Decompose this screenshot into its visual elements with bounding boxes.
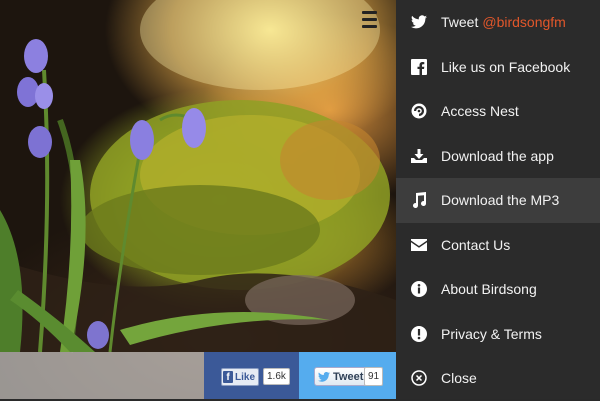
envelope-icon [410,236,427,253]
menu-item-label: Contact Us [441,236,511,253]
facebook-like-label: Like [235,371,256,383]
menu-item-label: Download the MP3 [441,192,560,209]
facebook-share-box: f Like 1.6k [204,352,299,399]
menu-item-nest[interactable]: Access Nest [396,89,600,134]
share-strip: f Like 1.6k Tweet 91 [0,352,396,399]
twitter-icon [410,14,427,31]
menu-item-label: About Birdsong [441,281,537,298]
menu-item-label: Like us on Facebook [441,58,571,75]
bluebell-illustration [0,0,396,353]
download-icon [410,147,427,164]
facebook-icon: f [223,371,233,383]
music-note-icon [410,192,427,209]
tweet-label: Tweet [333,370,364,383]
menu-item-label: Tweet @birdsongfm [441,14,566,31]
twitter-handle: @birdsongfm [482,14,566,31]
info-icon [410,281,427,298]
menu-item-about[interactable]: About Birdsong [396,267,600,312]
twitter-bird-icon [318,371,330,382]
facebook-icon [410,58,427,75]
facebook-like-button[interactable]: f Like [221,368,260,386]
menu-item-label: Download the app [441,147,554,164]
menu-item-label: Close [441,370,477,387]
menu-item-privacy[interactable]: Privacy & Terms [396,312,600,357]
close-icon [410,370,427,387]
menu-item-contact[interactable]: Contact Us [396,223,600,268]
menu-item-download-mp3[interactable]: Download the MP3 [396,178,600,223]
menu-item-download-app[interactable]: Download the app [396,134,600,179]
menu-item-label: Privacy & Terms [441,325,542,342]
menu-item-facebook[interactable]: Like us on Facebook [396,45,600,90]
menu-item-tweet[interactable]: Tweet @birdsongfm [396,0,600,45]
hero-photo [0,0,396,399]
strip-overlay [0,352,204,399]
twitter-share-box: Tweet 91 [299,352,396,399]
menu-item-close[interactable]: Close [396,356,600,401]
nest-icon [410,103,427,120]
hamburger-menu-icon[interactable] [362,11,377,30]
exclamation-icon [410,325,427,342]
menu-item-label: Access Nest [441,103,519,120]
tweet-button[interactable]: Tweet [314,367,369,386]
side-menu: Tweet @birdsongfm Like us on Facebook Acc… [396,0,600,399]
tweet-count: 91 [364,367,384,386]
facebook-like-count: 1.6k [263,368,290,385]
